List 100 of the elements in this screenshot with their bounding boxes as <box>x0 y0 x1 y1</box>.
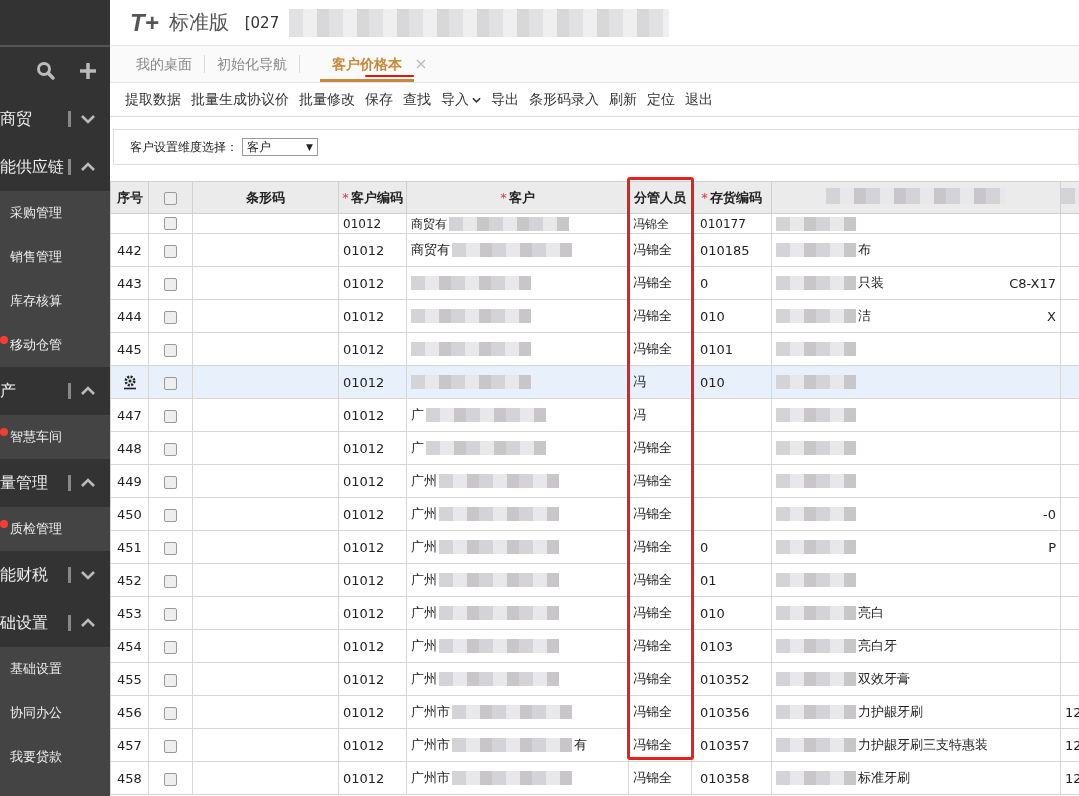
table-cell: 冯锦全 <box>633 572 672 587</box>
table-cell: 力护龈牙刷 <box>858 703 923 721</box>
table-cell: 冯锦全 <box>633 242 672 257</box>
row-number: 451 <box>117 539 142 555</box>
table-cell: 冯锦全 <box>633 638 672 653</box>
sidebar-group[interactable]: 能供应链 <box>0 143 110 191</box>
sidebar-group[interactable]: 商贸 <box>0 95 110 143</box>
add-icon[interactable] <box>78 61 98 81</box>
checkbox[interactable] <box>164 277 177 291</box>
table-cell: 0101 <box>700 341 734 357</box>
sidebar-item[interactable]: 智慧车间 <box>0 415 110 459</box>
table-cell: 广州市 <box>411 769 450 787</box>
sidebar-item[interactable]: 质检管理 <box>0 507 110 551</box>
checkbox[interactable] <box>164 541 177 555</box>
checkbox[interactable] <box>164 376 177 390</box>
sidebar-item[interactable]: 移动仓管 <box>0 323 110 367</box>
row-number: 448 <box>117 440 142 456</box>
table-cell: 01012 <box>343 440 385 456</box>
checkbox[interactable] <box>164 217 177 230</box>
row-number: 449 <box>117 473 142 489</box>
table-cell: 广州 <box>411 538 437 556</box>
search-icon[interactable] <box>36 61 56 81</box>
table-cell: 只装 <box>858 274 884 292</box>
column-header[interactable]: *客户 <box>500 189 535 205</box>
row-number: 454 <box>117 638 142 654</box>
table-cell: 冯锦全 <box>633 704 672 719</box>
checkbox[interactable] <box>164 343 177 357</box>
tab[interactable]: 初始化导航 <box>205 46 299 82</box>
checkbox[interactable] <box>164 310 177 324</box>
table-cell: 商贸有 <box>411 217 447 230</box>
checkbox[interactable] <box>164 706 177 720</box>
checkbox[interactable] <box>164 508 177 522</box>
sidebar-item[interactable]: 销售管理 <box>0 235 110 279</box>
table-cell: 冯锦全 <box>633 770 672 785</box>
checkbox[interactable] <box>164 192 177 205</box>
sidebar-group[interactable]: 量管理 <box>0 459 110 507</box>
table-cell: 力护龈牙刷三支特惠装 <box>858 736 988 754</box>
row-number: 444 <box>117 308 142 324</box>
toolbar-button[interactable]: 退出 <box>680 90 718 109</box>
table-cell: 冯锦全 <box>633 671 672 686</box>
sidebar-group[interactable]: 产 <box>0 367 110 415</box>
tab[interactable]: 我的桌面 <box>124 46 204 82</box>
sidebar-item[interactable]: 库存核算 <box>0 279 110 323</box>
row-number: 457 <box>117 737 142 753</box>
toolbar-button[interactable]: 查找 <box>398 90 436 109</box>
checkbox[interactable] <box>164 409 177 423</box>
sidebar-item[interactable]: 协同办公 <box>0 691 110 735</box>
table-cell: 广 <box>411 406 424 424</box>
checkbox[interactable] <box>164 574 177 588</box>
table-cell: 广州 <box>411 505 437 523</box>
table-cell: 冯锦全 <box>633 308 672 323</box>
toolbar-button[interactable]: 批量修改 <box>294 90 360 109</box>
table-cell: 冯锦全 <box>633 440 672 455</box>
table-cell: 冯锦全 <box>633 605 672 620</box>
toolbar-button[interactable]: 导出 <box>486 90 524 109</box>
table-cell: 亮白牙 <box>858 637 897 655</box>
table-cell: 010 <box>700 374 725 390</box>
row-number: 445 <box>117 341 142 357</box>
checkbox[interactable] <box>164 442 177 456</box>
sidebar-group[interactable]: 能财税 <box>0 551 110 599</box>
table-cell: 冯锦全 <box>633 539 672 554</box>
table-cell: 双效牙膏 <box>858 670 910 688</box>
dimension-select[interactable]: 客户 ▼ <box>242 138 318 156</box>
toolbar-button[interactable]: 批量生成协议价 <box>186 90 294 109</box>
table-cell: 010 <box>700 308 725 324</box>
sidebar-group[interactable]: 础设置 <box>0 599 110 647</box>
gear-icon[interactable] <box>121 374 138 391</box>
checkbox[interactable] <box>164 475 177 489</box>
table-cell: 01012 <box>343 374 385 390</box>
checkbox[interactable] <box>164 772 177 786</box>
toolbar-button[interactable]: 刷新 <box>604 90 642 109</box>
checkbox[interactable] <box>164 244 177 258</box>
table-cell: 01012 <box>343 473 385 489</box>
table-cell: 广州 <box>411 472 437 490</box>
sidebar-item[interactable]: 我要贷款 <box>0 735 110 779</box>
table-cell: 010 <box>700 605 725 621</box>
checkbox[interactable] <box>164 640 177 654</box>
checkbox[interactable] <box>164 607 177 621</box>
table-cell: 01012 <box>343 539 385 555</box>
column-header[interactable]: 条形码 <box>246 189 285 205</box>
sidebar-item[interactable]: 采购管理 <box>0 191 110 235</box>
table-cell: 广州市 <box>411 736 450 754</box>
table-cell: 广 <box>411 439 424 457</box>
table-cell: 冯锦全 <box>633 737 672 752</box>
toolbar-button[interactable]: 提取数据 <box>120 90 186 109</box>
toolbar-button[interactable]: 定位 <box>642 90 680 109</box>
table-cell: 0103 <box>700 638 734 654</box>
account-code: [027 <box>244 13 280 32</box>
table-cell: 01012 <box>343 638 385 654</box>
table-cell: 01012 <box>343 605 385 621</box>
table-cell: 010358 <box>700 770 750 786</box>
checkbox[interactable] <box>164 673 177 687</box>
table-cell: 亮白 <box>858 604 884 622</box>
toolbar-button[interactable]: 条形码录入 <box>524 90 604 109</box>
checkbox[interactable] <box>164 739 177 753</box>
row-number: 442 <box>117 242 142 258</box>
sidebar-item[interactable]: 基础设置 <box>0 647 110 691</box>
toolbar-button[interactable]: 保存 <box>360 90 398 109</box>
toolbar-dropdown[interactable]: 导入 <box>436 90 486 109</box>
table-cell: 有 <box>574 736 587 754</box>
